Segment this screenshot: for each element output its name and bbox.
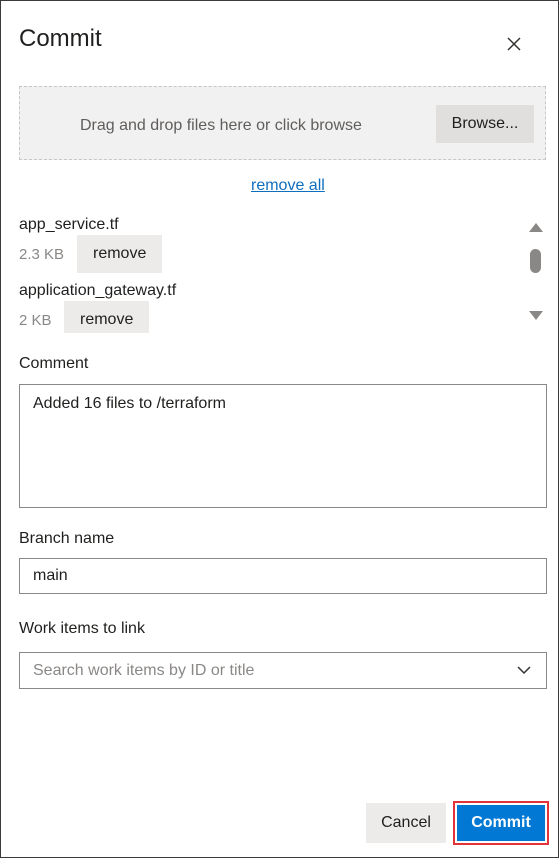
remove-file-button[interactable]: remove <box>77 235 163 273</box>
file-size: 2.3 KB <box>19 246 65 263</box>
file-name: application_gateway.tf <box>19 282 177 299</box>
cancel-button[interactable]: Cancel <box>366 803 446 843</box>
file-item: application_gateway.tf 2 KB remove <box>19 277 519 333</box>
file-dropzone[interactable]: Drag and drop files here or click browse… <box>19 86 546 160</box>
commit-dialog: Commit Drag and drop files here or click… <box>0 0 559 858</box>
file-size: 2 KB <box>19 312 52 329</box>
branch-name-label: Branch name <box>19 530 115 547</box>
work-items-search-combobox[interactable]: Search work items by ID or title <box>19 652 547 689</box>
remove-file-button[interactable]: remove <box>64 301 150 333</box>
scroll-up-icon[interactable] <box>529 223 543 232</box>
browse-button[interactable]: Browse... <box>436 105 534 143</box>
scroll-down-icon[interactable] <box>529 311 543 320</box>
comment-label: Comment <box>19 355 89 372</box>
file-item: app_service.tf 2.3 KB remove <box>19 211 519 277</box>
file-name: app_service.tf <box>19 216 119 233</box>
close-icon <box>507 37 521 51</box>
remove-all-link[interactable]: remove all <box>251 177 325 195</box>
dialog-title: Commit <box>19 25 102 52</box>
close-button[interactable] <box>501 31 527 57</box>
comment-textarea[interactable]: Added 16 files to /terraform <box>19 384 547 508</box>
branch-name-input[interactable]: main <box>19 558 547 594</box>
file-list-scrollbar[interactable] <box>528 219 544 325</box>
scroll-thumb[interactable] <box>530 249 541 273</box>
chevron-down-icon <box>517 666 531 675</box>
file-list: app_service.tf 2.3 KB remove application… <box>19 211 519 333</box>
work-items-label: Work items to link <box>19 620 145 637</box>
dropzone-text: Drag and drop files here or click browse <box>80 117 362 134</box>
commit-button-highlight: Commit <box>453 801 549 845</box>
commit-button[interactable]: Commit <box>457 805 545 841</box>
work-items-placeholder: Search work items by ID or title <box>33 662 255 679</box>
